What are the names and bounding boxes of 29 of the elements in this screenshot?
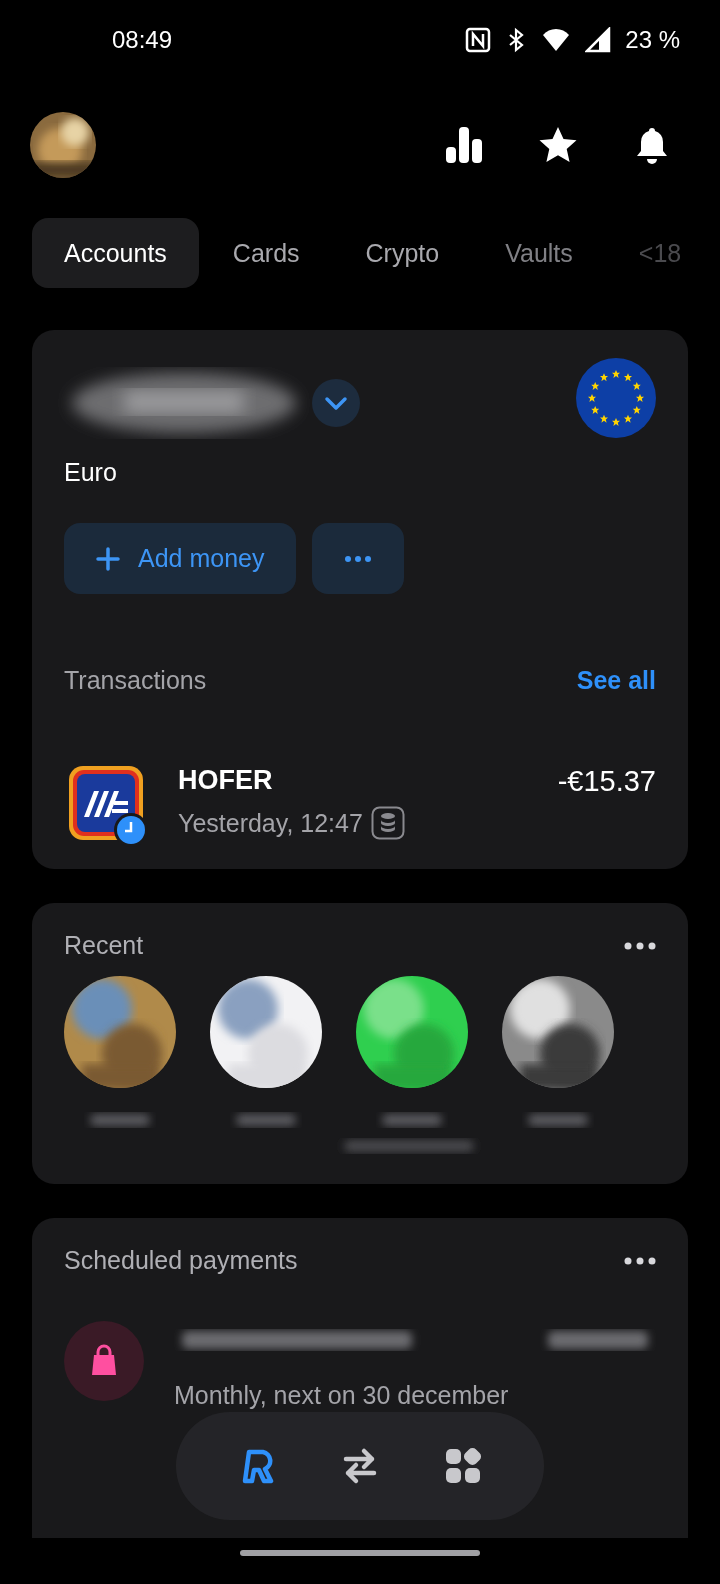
transaction-time: Yesterday, 12:47 (178, 808, 363, 838)
transaction-amount: -€15.37 (557, 765, 656, 798)
clock-time: 08:49 (112, 26, 173, 54)
tab[interactable]: Cards (200, 218, 332, 288)
add-money-button[interactable]: Add money (64, 523, 297, 594)
currency-name: Euro (64, 458, 118, 487)
eu-flag-icon (576, 358, 656, 438)
shopping-bag-icon (64, 1321, 144, 1401)
clock-icon (114, 813, 148, 847)
section-title: Recent (64, 931, 144, 960)
tab[interactable]: Crypto (333, 218, 472, 288)
tab[interactable]: Vaults (473, 218, 605, 288)
bar-chart-icon[interactable] (444, 125, 484, 165)
chevron-down-icon[interactable] (312, 379, 360, 427)
more-icon (344, 554, 373, 563)
see-all-link[interactable]: See all (576, 666, 656, 695)
nfc-icon (465, 27, 492, 53)
plus-icon (96, 546, 120, 571)
payment-schedule: Monthly, next on 30 december (174, 1380, 510, 1411)
merchant-name: HOFER (178, 765, 274, 796)
section-title: Scheduled payments (64, 1246, 298, 1275)
section-title: Transactions (64, 666, 207, 695)
more-icon[interactable] (624, 941, 656, 950)
coin-stack-icon (370, 806, 405, 840)
tab[interactable]: Accounts (32, 218, 199, 288)
signal-icon (585, 27, 612, 53)
wifi-icon (541, 27, 572, 53)
more-icon[interactable] (624, 1256, 656, 1265)
battery-percent: 23 % (625, 26, 680, 54)
